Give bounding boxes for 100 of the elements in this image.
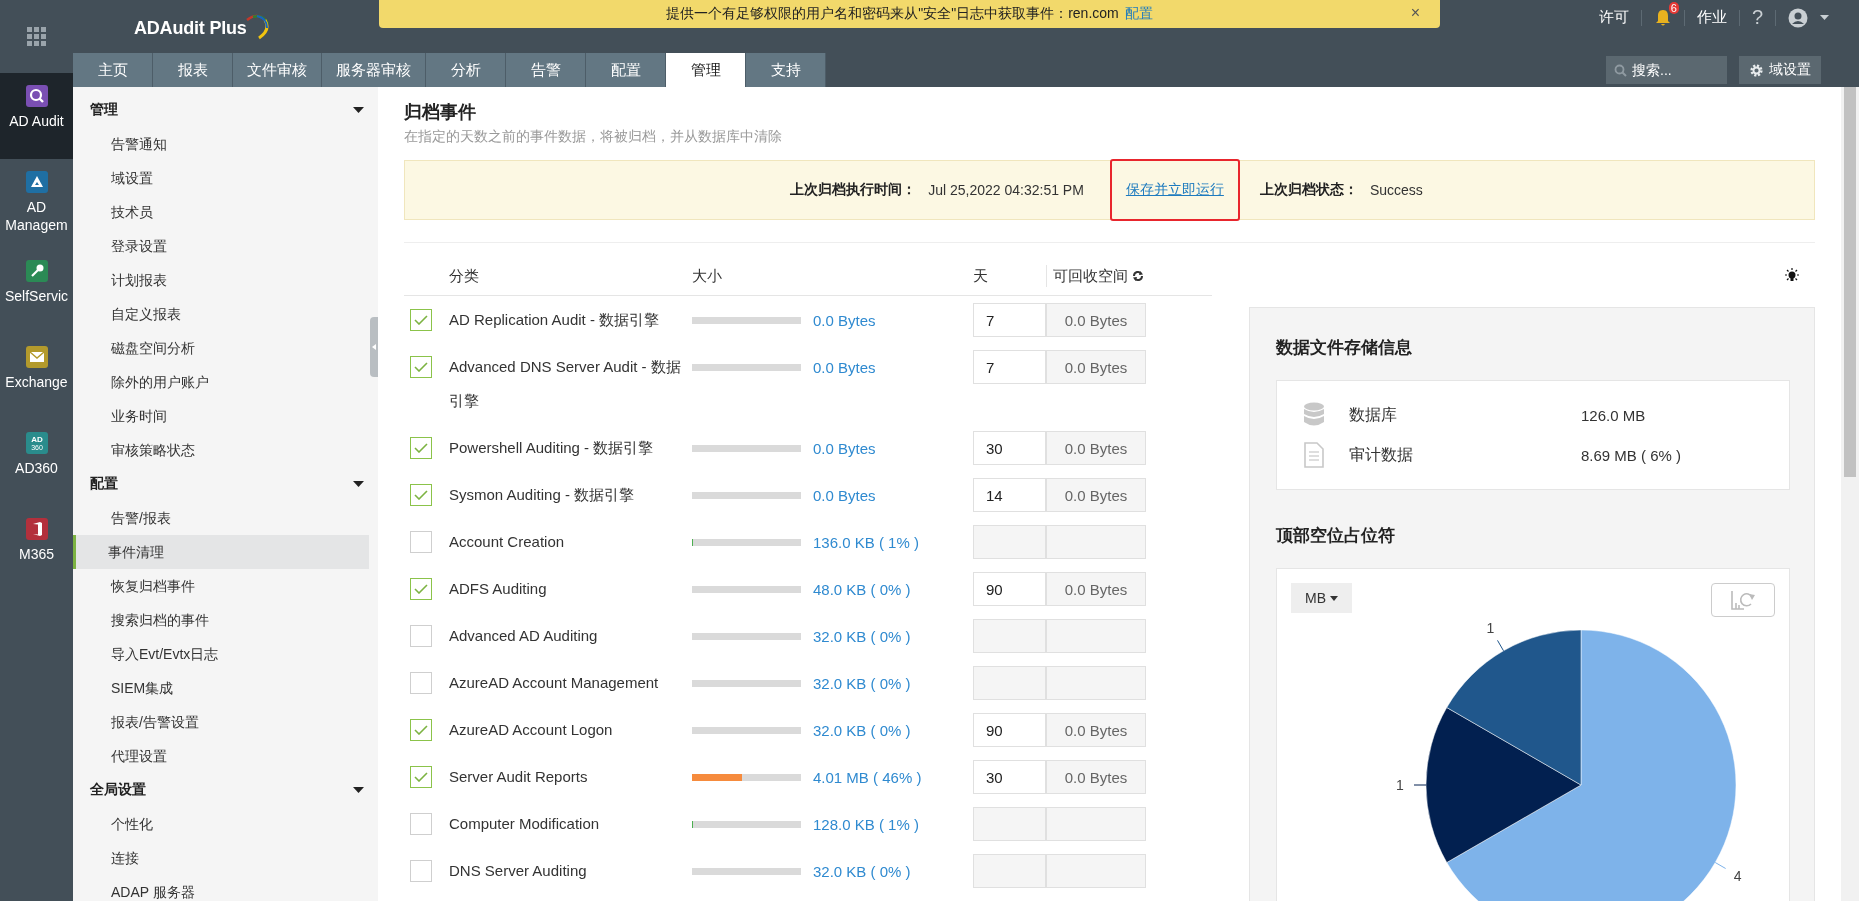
caret-icon[interactable]: [353, 481, 364, 487]
caret-icon[interactable]: [353, 107, 364, 113]
nav-item[interactable]: 个性化: [73, 807, 369, 841]
search-field[interactable]: 搜索...: [1606, 56, 1727, 84]
nav-tab[interactable]: 服务器审核: [322, 53, 426, 87]
size-link[interactable]: 4.01 MB ( 46% ): [813, 768, 922, 786]
section-heading[interactable]: 管理: [90, 101, 118, 119]
close-button[interactable]: ×: [1410, 4, 1420, 22]
checkmark-icon: [414, 443, 428, 453]
nav-tab[interactable]: 支持: [746, 53, 826, 87]
nav-tab[interactable]: 报表: [153, 53, 233, 87]
scrollbar[interactable]: [1841, 87, 1859, 901]
caret-icon[interactable]: [353, 787, 364, 793]
size-link[interactable]: 32.0 KB ( 0% ): [813, 674, 911, 692]
nav-tab[interactable]: 分析: [426, 53, 506, 87]
nav-item[interactable]: 告警通知: [73, 127, 369, 161]
nav-item[interactable]: 事件清理: [73, 535, 369, 569]
checkbox[interactable]: [410, 625, 432, 647]
nav-item[interactable]: 恢复归档事件: [73, 569, 369, 603]
nav-item[interactable]: 自定义报表: [73, 297, 369, 331]
light-bulb-icon[interactable]: [1784, 268, 1800, 284]
category-name: Powershell Auditing - 数据引擎: [449, 438, 655, 458]
checkbox[interactable]: [410, 719, 432, 741]
user-avatar-icon[interactable]: [1788, 7, 1808, 28]
unit-dropdown[interactable]: MB: [1291, 583, 1352, 613]
checkbox[interactable]: [410, 356, 432, 378]
checkbox[interactable]: [410, 578, 432, 600]
checkmark-icon: [414, 362, 428, 372]
nav-item[interactable]: 连接: [73, 841, 369, 875]
days-input[interactable]: 30: [973, 760, 1046, 794]
checkbox[interactable]: [410, 672, 432, 694]
nav-item[interactable]: 磁盘空间分析: [73, 331, 369, 365]
product-item[interactable]: AD Managem: [0, 159, 73, 248]
checkbox[interactable]: [410, 766, 432, 788]
nav-item[interactable]: 搜索归档的事件: [73, 603, 369, 637]
product-item[interactable]: SelfServic: [0, 248, 73, 334]
jobs-link[interactable]: 作业: [1696, 8, 1727, 27]
section-heading[interactable]: 配置: [90, 475, 118, 493]
nav-item[interactable]: SIEM集成: [73, 671, 369, 705]
nav-tab[interactable]: 告警: [506, 53, 586, 87]
section-heading[interactable]: 全局设置: [90, 781, 146, 799]
product-item[interactable]: Exchange: [0, 334, 73, 420]
nav-item[interactable]: 报表/告警设置: [73, 705, 369, 739]
nav-tab[interactable]: 文件审核: [233, 53, 322, 87]
nav-item[interactable]: 技术员: [73, 195, 369, 229]
save-and-run-link[interactable]: 保存并立即运行: [1125, 181, 1224, 197]
column-header: 可回收空间: [1053, 266, 1128, 286]
nav-item[interactable]: 导入Evt/Evtx日志: [73, 637, 369, 671]
chart-refresh-button[interactable]: [1711, 583, 1775, 617]
reclaimable-space-field: 0.0 Bytes: [1046, 431, 1146, 465]
days-input[interactable]: 90: [973, 713, 1046, 747]
app-grid-icon[interactable]: [26, 26, 47, 47]
size-link[interactable]: 128.0 KB ( 1% ): [813, 815, 919, 833]
checkbox[interactable]: [410, 531, 432, 553]
license-link[interactable]: 许可: [1598, 8, 1629, 27]
size-link[interactable]: 136.0 KB ( 1% ): [813, 533, 919, 551]
page-subtitle: 在指定的天数之前的事件数据，将被归档，并从数据库中清除: [404, 128, 783, 146]
checkbox[interactable]: [410, 484, 432, 506]
size-link[interactable]: 32.0 KB ( 0% ): [813, 721, 911, 739]
nav-item[interactable]: 登录设置: [73, 229, 369, 263]
size-link[interactable]: 48.0 KB ( 0% ): [813, 580, 911, 598]
days-input[interactable]: 14: [973, 478, 1046, 512]
size-link[interactable]: 0.0 Bytes: [813, 311, 876, 329]
help-link[interactable]: ?: [1751, 6, 1763, 29]
category-name: Advanced AD Auditing: [449, 626, 599, 646]
arrow-left-icon: [372, 344, 376, 350]
nav-item[interactable]: 业务时间: [73, 399, 369, 433]
category-name: Server Audit Reports: [449, 767, 589, 787]
category-name: AzureAD Account Management: [449, 673, 660, 693]
document-icon: [1303, 442, 1325, 468]
nav-item[interactable]: 计划报表: [73, 263, 369, 297]
product-item[interactable]: AD Audit: [0, 73, 73, 159]
nav-tab[interactable]: 管理: [666, 53, 746, 87]
days-input[interactable]: 90: [973, 572, 1046, 606]
nav-item[interactable]: 代理设置: [73, 739, 369, 773]
domain-settings-button[interactable]: 域设置: [1739, 56, 1821, 84]
checkbox[interactable]: [410, 813, 432, 835]
size-link[interactable]: 32.0 KB ( 0% ): [813, 862, 911, 880]
nav-tab[interactable]: 配置: [586, 53, 666, 87]
days-input[interactable]: 7: [973, 303, 1046, 337]
nav-item[interactable]: 告警/报表: [73, 501, 369, 535]
nav-item[interactable]: 审核策略状态: [73, 433, 369, 467]
refresh-icon[interactable]: [1132, 270, 1144, 282]
size-link[interactable]: 0.0 Bytes: [813, 486, 876, 504]
collapse-handle[interactable]: [370, 317, 378, 377]
nav-item[interactable]: 除外的用户账户: [73, 365, 369, 399]
size-link[interactable]: 0.0 Bytes: [813, 439, 876, 457]
office-logo-icon: [25, 518, 48, 540]
checkbox[interactable]: [410, 860, 432, 882]
size-link[interactable]: 0.0 Bytes: [813, 358, 876, 376]
nav-item[interactable]: ADAP 服务器: [73, 875, 369, 901]
days-input[interactable]: 30: [973, 431, 1046, 465]
checkbox[interactable]: [410, 437, 432, 459]
nav-tab[interactable]: 主页: [73, 53, 153, 87]
gear-icon: [1749, 62, 1764, 78]
size-link[interactable]: 32.0 KB ( 0% ): [813, 627, 911, 645]
product-item[interactable]: M365: [0, 506, 73, 592]
checkbox[interactable]: [410, 309, 432, 331]
days-input[interactable]: 7: [973, 350, 1046, 384]
nav-item[interactable]: 域设置: [73, 161, 369, 195]
